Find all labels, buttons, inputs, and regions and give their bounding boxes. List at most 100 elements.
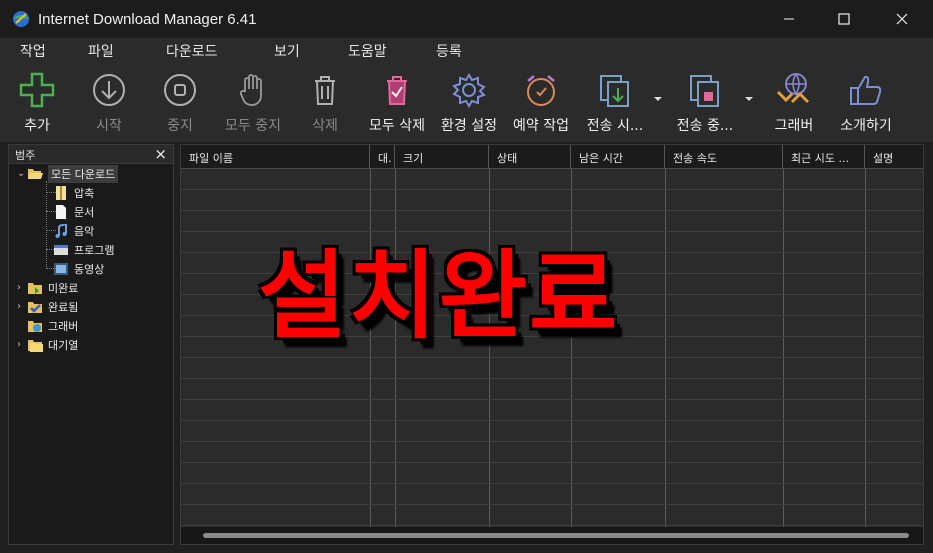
category-panel: 범주 × ⌄ 모든 다운로드 압축 문서 음악 프로그램 동영상 › 미완료 ›… <box>8 144 174 545</box>
column-status[interactable]: 상태 <box>489 145 571 169</box>
grid-row-line <box>181 462 923 463</box>
stop-circle-icon <box>164 74 196 106</box>
tree-item-queues[interactable]: › 대기열 <box>17 335 78 354</box>
settings-button[interactable]: 환경 설정 <box>435 62 503 142</box>
column-description[interactable]: 설명 <box>865 145 923 169</box>
trash-icon <box>315 76 335 105</box>
stop-queue-label: 전송 중... <box>676 118 734 134</box>
grid-row-line <box>181 399 923 400</box>
grid-row-line <box>181 525 923 526</box>
scheduler-button[interactable]: 예약 작업 <box>507 62 575 142</box>
tree-item-compressed[interactable]: 압축 <box>53 183 94 202</box>
start-label: 시작 <box>96 118 122 134</box>
tree-item-all-downloads[interactable]: ⌄ 모든 다운로드 <box>17 164 119 183</box>
window-title: Internet Download Manager 6.41 <box>38 10 257 28</box>
tell-friend-label: 소개하기 <box>840 118 892 134</box>
folder-grabber-icon <box>28 320 42 332</box>
menu-downloads[interactable]: 다운로드 <box>166 41 218 61</box>
tree-item-finished[interactable]: › 완료됨 <box>17 297 78 316</box>
stop-queue-button[interactable]: 전송 중... <box>672 62 738 142</box>
grid-row-line <box>181 441 923 442</box>
chevron-right-icon[interactable]: › <box>17 301 27 312</box>
grid-row-line <box>181 189 923 190</box>
folder-queue-icon <box>28 339 43 352</box>
menu-file[interactable]: 파일 <box>88 41 114 61</box>
column-transfer-rate[interactable]: 전송 속도 <box>665 145 783 169</box>
grid-row-line <box>181 210 923 211</box>
scrollbar-thumb[interactable] <box>203 533 909 538</box>
tree-item-unfinished[interactable]: › 미완료 <box>17 278 78 297</box>
stop-all-label: 모두 중지 <box>225 118 281 134</box>
column-time-left[interactable]: 남은 시간 <box>571 145 665 169</box>
grid-column-line <box>865 169 866 527</box>
column-file-name[interactable]: 파일 이름 <box>181 145 370 169</box>
download-arrow-icon <box>93 74 125 106</box>
chevron-right-icon[interactable]: › <box>17 282 27 293</box>
grabber-label: 그래버 <box>774 118 814 134</box>
grid-row-line <box>181 420 923 421</box>
grid-row-line <box>181 357 923 358</box>
chevron-down-icon[interactable]: ⌄ <box>17 168 27 179</box>
horizontal-scrollbar[interactable] <box>181 527 923 544</box>
tree-item-music[interactable]: 음악 <box>53 221 94 240</box>
chevron-down-icon[interactable] <box>653 94 663 104</box>
archive-icon <box>56 185 66 200</box>
maximize-button[interactable] <box>815 0 873 38</box>
trash-check-icon <box>387 76 407 105</box>
category-title: 범주 <box>15 149 36 162</box>
grid-column-line <box>665 169 666 527</box>
chevron-right-icon[interactable]: › <box>17 339 27 350</box>
grid-row-line <box>181 483 923 484</box>
video-icon <box>54 262 68 275</box>
minimize-icon <box>784 18 794 20</box>
stop-label: 중지 <box>167 118 193 134</box>
delete-all-label: 모두 삭제 <box>369 118 425 134</box>
grid-row-line <box>181 504 923 505</box>
start-queue-label: 전송 시... <box>586 118 644 134</box>
globe-grabber-icon <box>776 73 810 104</box>
column-size[interactable]: 크기 <box>395 145 489 169</box>
start-button[interactable]: 시작 <box>86 62 132 142</box>
queue-stop-icon <box>690 75 719 107</box>
title-bar: Internet Download Manager 6.41 <box>0 0 933 38</box>
close-button[interactable] <box>873 0 931 38</box>
minimize-button[interactable] <box>760 0 818 38</box>
alarm-clock-icon <box>527 75 555 106</box>
settings-label: 환경 설정 <box>441 118 497 134</box>
music-icon <box>55 223 67 238</box>
stop-all-button[interactable]: 모두 중지 <box>218 62 288 142</box>
delete-all-button[interactable]: 모두 삭제 <box>363 62 431 142</box>
column-last-try[interactable]: 최근 시도 ... <box>783 145 865 169</box>
add-label: 추가 <box>24 118 50 134</box>
hand-icon <box>239 74 262 106</box>
delete-button[interactable]: 삭제 <box>302 62 348 142</box>
category-close-button[interactable]: × <box>154 145 167 163</box>
chevron-down-icon[interactable] <box>744 94 754 104</box>
tree-item-documents[interactable]: 문서 <box>53 202 94 221</box>
folder-finished-icon <box>28 301 42 313</box>
tree-item-video[interactable]: 동영상 <box>53 259 104 278</box>
menu-help[interactable]: 도움말 <box>348 41 387 61</box>
plus-icon <box>19 72 55 108</box>
menu-view[interactable]: 보기 <box>274 41 300 61</box>
column-header-row: 파일 이름 대. 크기 상태 남은 시간 전송 속도 최근 시도 ... 설명 <box>181 145 923 169</box>
queue-download-icon <box>600 75 629 107</box>
tree-item-grabber[interactable]: 그래버 <box>27 316 78 335</box>
maximize-icon <box>838 13 850 25</box>
tell-friend-button[interactable]: 소개하기 <box>834 62 898 142</box>
add-button[interactable]: 추가 <box>14 62 60 142</box>
column-queue[interactable]: 대. <box>370 145 395 169</box>
start-queue-button[interactable]: 전송 시... <box>582 62 648 142</box>
grabber-button[interactable]: 그래버 <box>766 62 822 142</box>
folder-open-icon <box>28 168 43 179</box>
menu-task[interactable]: 작업 <box>20 41 46 61</box>
menu-registration[interactable]: 등록 <box>436 41 462 61</box>
stop-button[interactable]: 중지 <box>157 62 203 142</box>
tree-item-programs[interactable]: 프로그램 <box>53 240 114 259</box>
menu-bar: 작업 파일 다운로드 보기 도움말 등록 <box>0 38 933 62</box>
delete-label: 삭제 <box>312 118 338 134</box>
folder-unfinished-icon <box>28 282 42 294</box>
thumbs-up-icon <box>850 75 882 105</box>
grid-row-line <box>181 378 923 379</box>
gear-icon <box>452 73 486 108</box>
